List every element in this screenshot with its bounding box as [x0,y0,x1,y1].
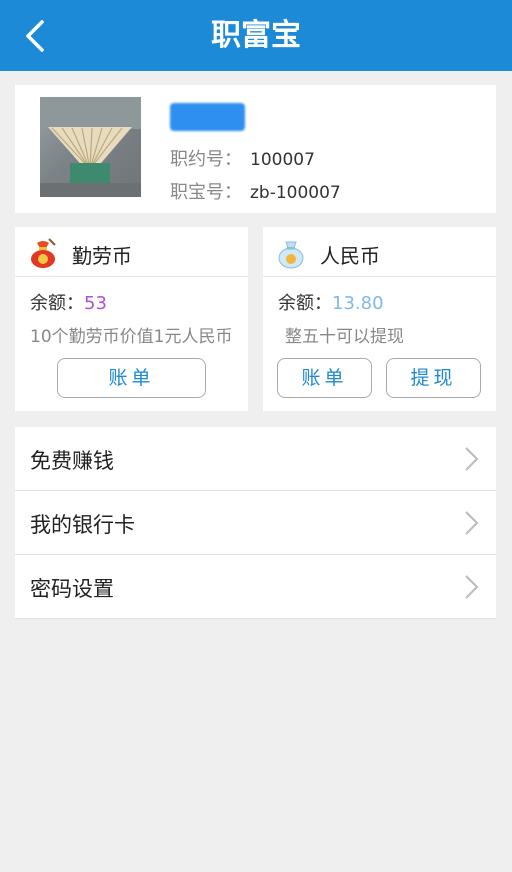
labor-coin-title: 勤劳币 [72,244,132,268]
chevron-right-icon [465,447,479,471]
labor-coin-balance-value: 53 [84,293,107,314]
chevron-right-icon [465,575,479,599]
app-header: 职富宝 [0,0,512,71]
labor-coin-card: 勤劳币 余额：53 10个勤劳币价值1元人民币 账单 [15,227,248,411]
money-bag-icon [31,238,56,268]
bao-label: 职宝号： [170,182,242,203]
fan-photo-image [40,97,141,197]
bao-value: zb-100007 [250,183,341,203]
menu-item-label: 我的银行卡 [30,513,135,537]
bao-row: 职宝号： zb-100007 [170,178,341,204]
labor-coin-header: 勤劳币 [15,227,248,277]
menu-item-free-earn[interactable]: 免费赚钱 [15,427,496,491]
id-row: 职约号： 100007 [170,145,315,171]
labor-coin-note: 10个勤劳币价值1元人民币 [30,327,233,347]
menu-item-label: 密码设置 [30,577,114,601]
id-label: 职约号： [170,149,242,170]
avatar[interactable] [40,97,141,197]
page-title: 职富宝 [211,18,301,53]
profile-card: 职约号： 100007 职宝号： zb-100007 [15,85,496,213]
rmb-note: 整五十可以提现 [285,327,404,347]
id-value: 100007 [250,150,315,170]
rmb-card: 人民币 余额：13.80 整五十可以提现 账单 提现 [263,227,496,411]
rmb-balance-value: 13.80 [332,293,384,314]
rmb-title: 人民币 [320,244,380,268]
rmb-header: 人民币 [263,227,496,277]
settings-menu: 免费赚钱 我的银行卡 密码设置 [15,427,496,619]
rmb-balance: 余额：13.80 [278,289,384,315]
withdraw-button[interactable]: 提现 [386,358,481,398]
coin-pouch-icon [278,241,304,269]
labor-coin-balance: 余额：53 [30,289,107,315]
balance-label: 余额： [30,293,84,314]
balance-label: 余额： [278,293,332,314]
menu-item-label: 免费赚钱 [30,449,114,473]
menu-item-password[interactable]: 密码设置 [15,555,496,619]
chevron-right-icon [465,511,479,535]
menu-item-bank-card[interactable]: 我的银行卡 [15,491,496,555]
labor-coin-bill-button[interactable]: 账单 [57,358,206,398]
redacted-name [170,103,245,131]
rmb-bill-button[interactable]: 账单 [277,358,372,398]
